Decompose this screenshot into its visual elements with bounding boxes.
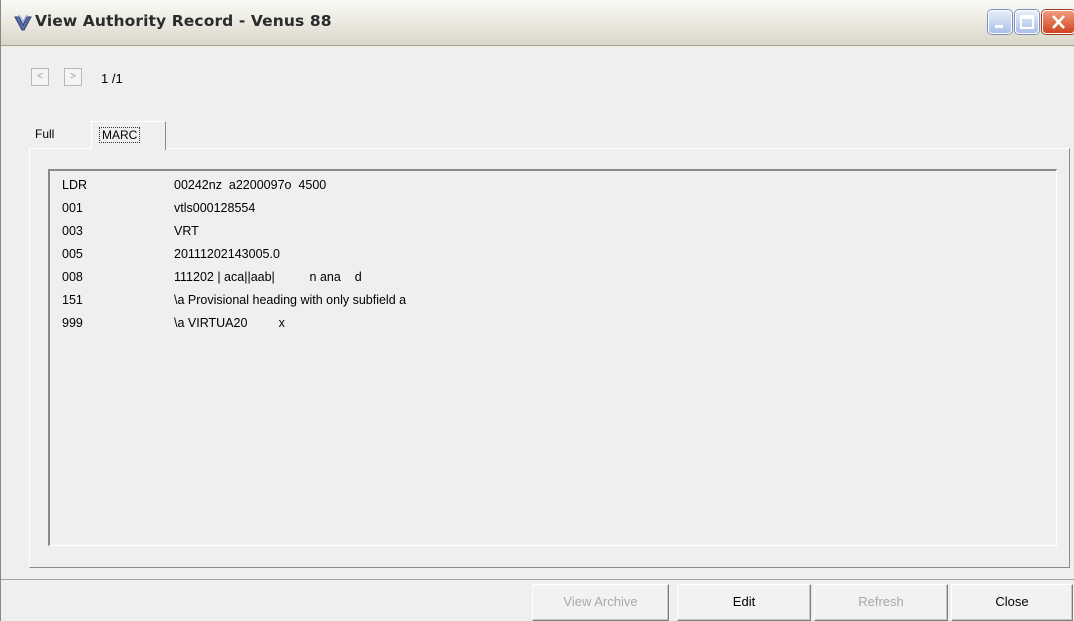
- marc-tag: LDR: [62, 178, 88, 192]
- authority-record-window: View Authority Record - Venus 88 < > 1 /…: [0, 0, 1074, 621]
- marc-tag: 003: [62, 224, 83, 238]
- record-counter: 1 /1: [101, 71, 123, 86]
- marc-value: \a Provisional heading with only subfiel…: [174, 293, 407, 307]
- marc-value: VRT: [174, 224, 199, 238]
- window-client-area: < > 1 /1 Full MARC LDR 00242nz a2200097o…: [1, 47, 1074, 621]
- marc-tag: 151: [62, 293, 83, 307]
- maximize-icon: [1020, 15, 1034, 29]
- close-button[interactable]: Close: [951, 584, 1073, 621]
- minimize-icon: [995, 25, 1003, 28]
- tab-marc-label: MARC: [99, 127, 141, 143]
- tab-content-panel: LDR 00242nz a2200097o 4500 001 vtls00012…: [29, 148, 1070, 568]
- maximize-button[interactable]: [1015, 10, 1039, 34]
- marc-value: \a VIRTUA20 x: [174, 316, 285, 330]
- edit-button[interactable]: Edit: [677, 584, 811, 621]
- tab-marc[interactable]: MARC: [91, 121, 166, 150]
- marc-tag: 008: [62, 270, 83, 284]
- minimize-button[interactable]: [988, 10, 1012, 34]
- refresh-button[interactable]: Refresh: [814, 584, 948, 621]
- marc-tag: 999: [62, 316, 83, 330]
- marc-tag: 005: [62, 247, 83, 261]
- marc-tag: 001: [62, 201, 83, 215]
- view-archive-button[interactable]: View Archive: [532, 584, 669, 621]
- marc-value: 20111202143005.0: [174, 247, 280, 261]
- marc-value: vtls000128554: [174, 201, 256, 215]
- close-window-button[interactable]: [1042, 10, 1074, 34]
- next-record-button[interactable]: >: [64, 68, 82, 86]
- marc-record-view: LDR 00242nz a2200097o 4500 001 vtls00012…: [48, 169, 1057, 546]
- tab-full-label: Full: [35, 127, 55, 141]
- app-icon: [14, 14, 32, 31]
- tab-full[interactable]: Full: [28, 121, 90, 149]
- marc-value: 00242nz a2200097o 4500: [174, 178, 327, 192]
- previous-record-button[interactable]: <: [31, 68, 49, 86]
- title-bar[interactable]: View Authority Record - Venus 88: [1, 0, 1074, 46]
- close-icon: [1052, 15, 1065, 29]
- footer-divider: [1, 579, 1074, 580]
- window-title: View Authority Record - Venus 88: [35, 12, 332, 30]
- marc-value: 111202 | aca||aab| n ana d: [174, 270, 362, 284]
